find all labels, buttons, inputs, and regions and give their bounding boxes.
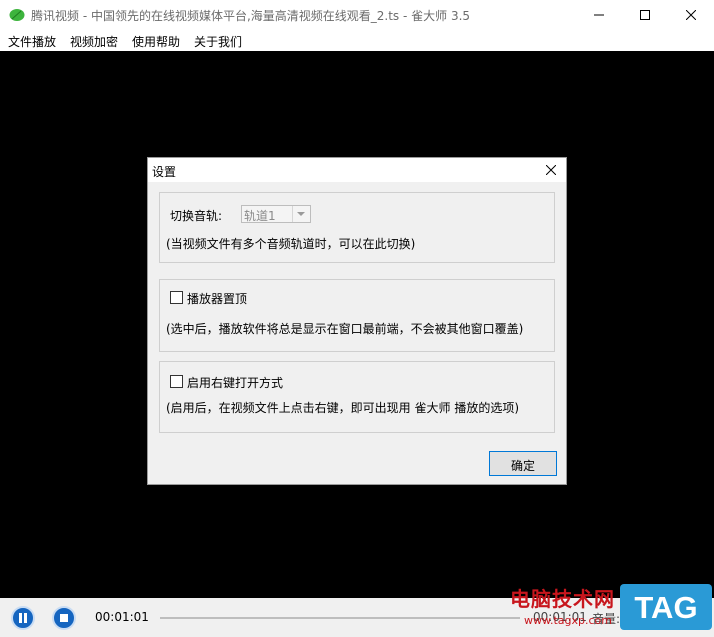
topmost-label[interactable]: 播放器置顶 [187, 290, 247, 307]
title-bar[interactable]: 腾讯视频 - 中国领先的在线视频媒体平台,海量高清视频在线观看_2.ts - 雀… [0, 0, 714, 30]
pause-button[interactable] [11, 606, 35, 630]
audio-track-select[interactable]: 轨道1 [241, 205, 311, 223]
stop-button[interactable] [52, 606, 76, 630]
current-time: 00:01:01 [95, 610, 149, 624]
audio-track-value: 轨道1 [244, 209, 276, 223]
menu-help[interactable]: 使用帮助 [132, 33, 180, 50]
window-title: 腾讯视频 - 中国领先的在线视频媒体平台,海量高清视频在线观看_2.ts - 雀… [31, 9, 471, 23]
watermark-tag-text: TAG [634, 590, 698, 625]
watermark-title: 电脑技术网 [510, 587, 615, 611]
ok-button-label: 确定 [510, 459, 535, 473]
minimize-icon [594, 14, 604, 16]
leaf-icon [9, 9, 25, 21]
topmost-group: 播放器置顶 (选中后，播放软件将总是显示在窗口最前端，不会被其他窗口覆盖) [159, 279, 555, 352]
maximize-icon [640, 10, 650, 20]
topmost-checkbox[interactable] [170, 291, 183, 304]
maximize-button[interactable] [622, 0, 668, 30]
dropdown-arrow [292, 206, 310, 222]
watermark: 电脑技术网 www.tagxp.com TAG [506, 582, 714, 637]
context-menu-hint: (启用后，在视频文件上点击右键，即可出现用 雀大师 播放的选项) [166, 401, 519, 415]
seek-bar[interactable] [160, 617, 520, 619]
menu-about[interactable]: 关于我们 [194, 33, 242, 50]
context-menu-checkbox[interactable] [170, 375, 183, 388]
context-menu-label[interactable]: 启用右键打开方式 [187, 374, 283, 391]
audio-track-hint: (当视频文件有多个音频轨道时，可以在此切换) [166, 237, 416, 251]
dialog-title-bar[interactable]: 设置 [148, 158, 566, 182]
menu-video-encrypt[interactable]: 视频加密 [70, 33, 118, 50]
close-icon [546, 165, 556, 175]
close-icon [686, 10, 696, 20]
pause-icon [19, 613, 27, 623]
menu-bar: 文件播放 视频加密 使用帮助 关于我们 [0, 30, 714, 51]
audio-track-label: 切换音轨: [170, 209, 223, 223]
minimize-button[interactable] [576, 0, 622, 30]
stop-icon [60, 614, 68, 622]
dialog-close-button[interactable] [536, 158, 566, 182]
close-button[interactable] [668, 0, 714, 30]
dialog-title: 设置 [152, 165, 177, 179]
watermark-url: www.tagxp.com [524, 614, 612, 627]
topmost-hint: (选中后，播放软件将总是显示在窗口最前端，不会被其他窗口覆盖) [166, 322, 524, 336]
settings-dialog: 设置 切换音轨: 轨道1 (当视频文件有多个音频轨道时，可以在此切换) 播放器置… [147, 157, 567, 485]
watermark-tag-logo: TAG [620, 584, 712, 630]
menu-file-play[interactable]: 文件播放 [8, 33, 56, 50]
player-window: 腾讯视频 - 中国领先的在线视频媒体平台,海量高清视频在线观看_2.ts - 雀… [0, 0, 714, 637]
audio-track-group: 切换音轨: 轨道1 (当视频文件有多个音频轨道时，可以在此切换) [159, 192, 555, 263]
context-menu-group: 启用右键打开方式 (启用后，在视频文件上点击右键，即可出现用 雀大师 播放的选项… [159, 361, 555, 433]
ok-button[interactable]: 确定 [489, 451, 557, 476]
chevron-down-icon [297, 212, 305, 216]
